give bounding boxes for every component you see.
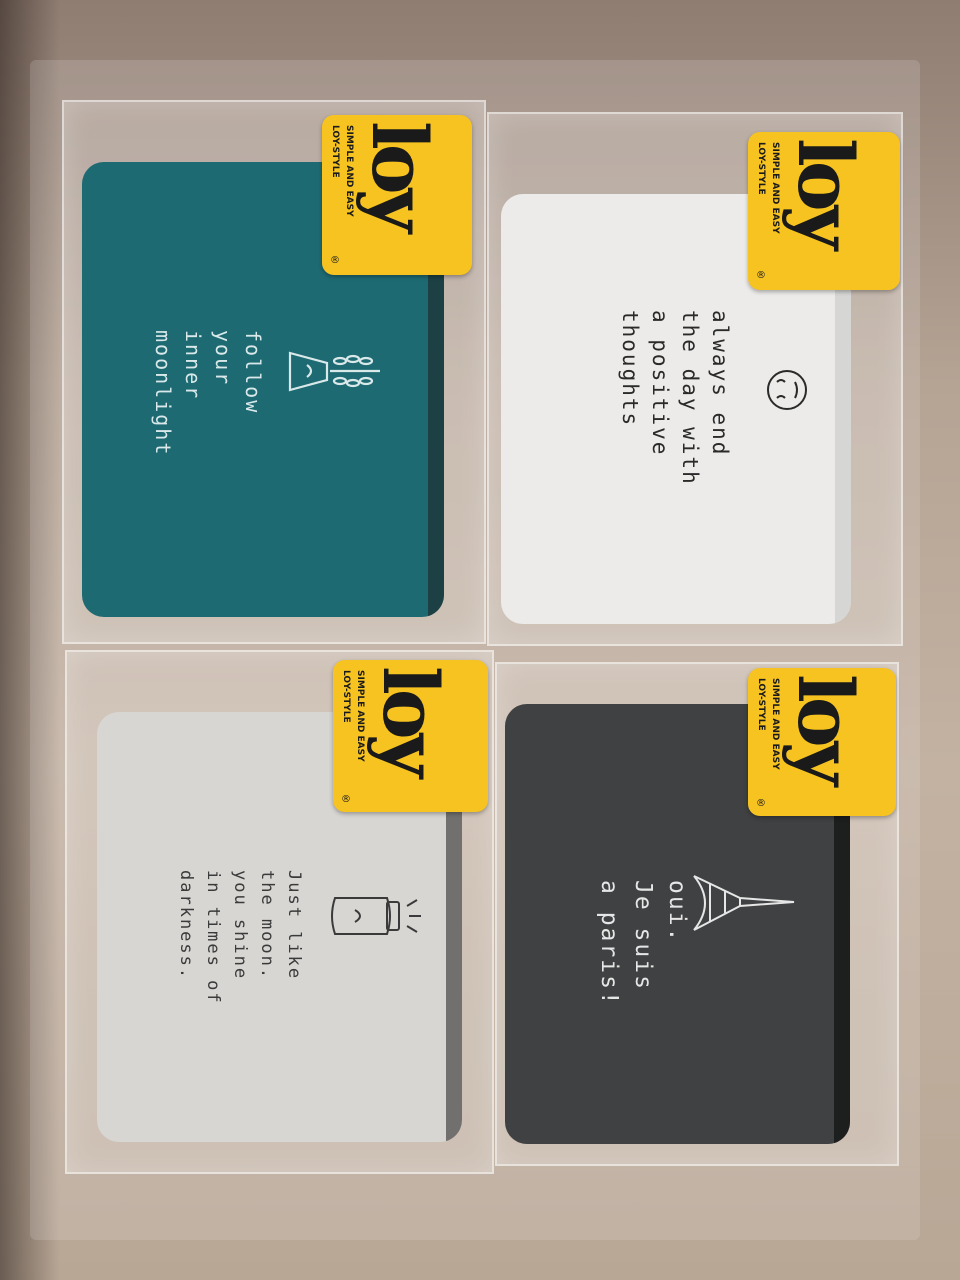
registered-mark: ® [756, 798, 766, 809]
brand-label-dark-grey: loy ® SIMPLE AND EASY LOY-STYLE [748, 668, 896, 816]
eiffel-tower-icon [693, 875, 795, 931]
brand-tagline: SIMPLE AND EASY LOY-STYLE [756, 678, 780, 770]
brand-label-teal: loy ® SIMPLE AND EASY LOY-STYLE [322, 115, 472, 275]
smiley-face-icon [767, 370, 807, 410]
brand-logo: loy [366, 666, 455, 772]
brand-label-light-grey: loy ® SIMPLE AND EASY LOY-STYLE [333, 660, 488, 812]
brand-logo: loy [355, 121, 444, 227]
brand-tagline: SIMPLE AND EASY LOY-STYLE [341, 670, 365, 762]
brand-tagline: SIMPLE AND EASY LOY-STYLE [330, 125, 354, 217]
jar-with-moon-icon [331, 897, 421, 935]
registered-mark: ® [756, 270, 766, 281]
brand-label-white: loy ® SIMPLE AND EASY LOY-STYLE [748, 132, 900, 290]
brand-tagline: SIMPLE AND EASY LOY-STYLE [756, 142, 780, 234]
pouch-message-white: always end the day with a positive thoughts [618, 310, 732, 486]
brand-logo: loy [781, 138, 870, 244]
registered-mark: ® [341, 794, 351, 805]
plant-in-pot-icon [288, 351, 380, 392]
brand-logo: loy [781, 674, 870, 780]
registered-mark: ® [330, 255, 340, 266]
